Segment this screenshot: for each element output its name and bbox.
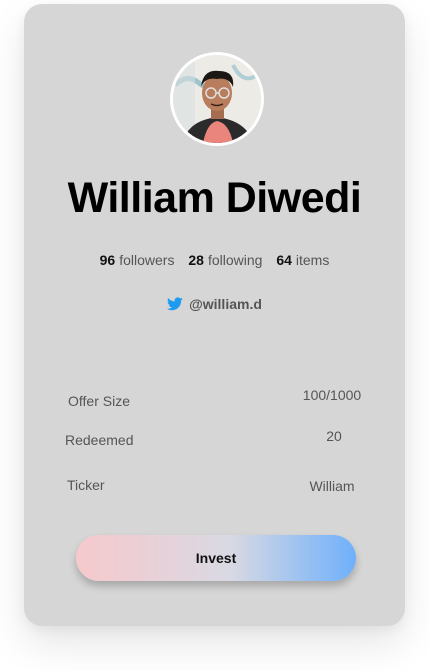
items-count: 64: [276, 252, 292, 268]
offer-size-label: Offer Size: [68, 393, 130, 409]
following-label: following: [207, 252, 263, 268]
twitter-icon: [167, 297, 183, 311]
offer-size-value: 100/1000: [302, 387, 362, 403]
redeemed-value: 20: [326, 428, 342, 444]
ticker-label: Ticker: [67, 477, 105, 493]
profile-name: William Diwedi: [67, 174, 362, 222]
avatar-image: [173, 55, 261, 143]
redeemed-label: Redeemed: [65, 432, 134, 448]
items-label: items: [295, 252, 330, 268]
following-stat[interactable]: 28 following: [188, 252, 262, 268]
followers-label: followers: [119, 252, 175, 268]
followers-stat[interactable]: 96 followers: [100, 252, 175, 268]
profile-stats: 96 followers 28 following 64 items: [24, 252, 405, 268]
profile-card: William Diwedi 96 followers 28 following 6…: [24, 4, 405, 626]
items-stat[interactable]: 64 items: [276, 252, 329, 268]
following-count: 28: [188, 252, 204, 268]
twitter-handle: @william.d: [189, 296, 262, 312]
avatar[interactable]: [170, 52, 264, 146]
ticker-value: William: [309, 478, 355, 494]
followers-count: 96: [99, 252, 116, 268]
twitter-link[interactable]: @william.d: [24, 296, 405, 312]
invest-button[interactable]: Invest: [76, 535, 356, 581]
